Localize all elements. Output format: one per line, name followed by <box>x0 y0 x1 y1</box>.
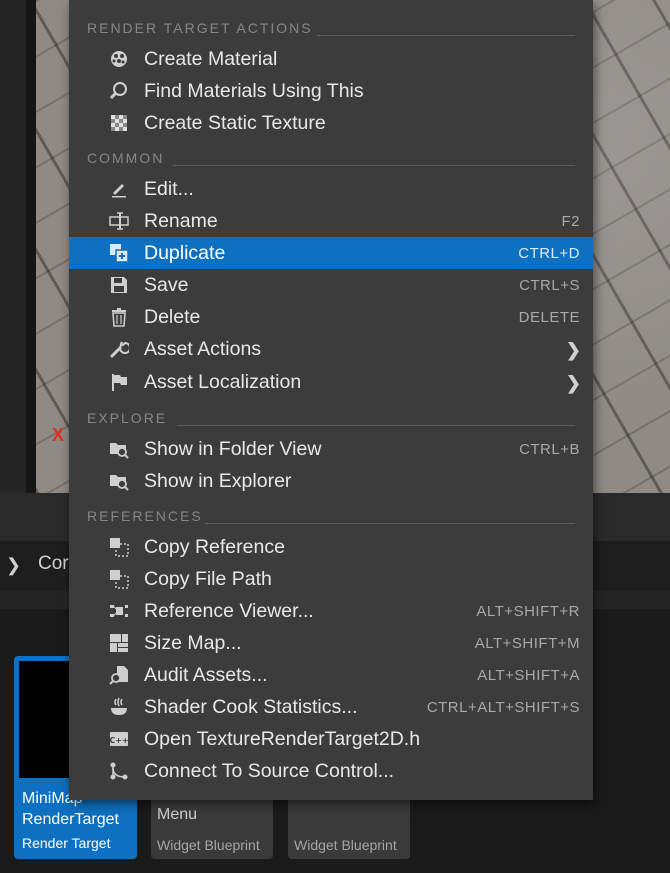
menu-item-save[interactable]: Save CTRL+S <box>69 269 593 301</box>
menu-item-label: Shader Cook Statistics... <box>144 696 358 718</box>
menu-item-label: Copy Reference <box>144 536 285 558</box>
section-label: COMMON <box>87 150 165 166</box>
folder-search-icon <box>108 439 130 459</box>
menu-item-label: Find Materials Using This <box>144 80 364 102</box>
rename-icon <box>108 211 130 231</box>
menu-item-show-in-explorer[interactable]: Show in Explorer <box>69 465 593 497</box>
menu-item-label: Size Map... <box>144 632 242 654</box>
asset-name: Menu <box>157 806 198 823</box>
section-label: REFERENCES <box>87 508 203 524</box>
menu-item-size-map[interactable]: Size Map... ALT+SHIFT+M <box>69 627 593 659</box>
chevron-right-icon: ❯ <box>565 373 581 393</box>
shortcut-label: ALT+SHIFT+R <box>476 603 580 620</box>
menu-item-audit-assets[interactable]: Audit Assets... ALT+SHIFT+A <box>69 659 593 691</box>
menu-item-duplicate[interactable]: Duplicate CTRL+D <box>69 237 593 269</box>
source-control-icon <box>108 761 130 781</box>
menu-item-label: Save <box>144 274 189 296</box>
axis-marker-x: X <box>52 425 65 445</box>
menu-item-label: Delete <box>144 306 201 328</box>
asset-type: Render Target <box>22 835 111 851</box>
section-divider <box>205 523 575 524</box>
menu-item-rename[interactable]: Rename F2 <box>69 205 593 237</box>
flag-icon <box>108 372 130 392</box>
context-menu: RENDER TARGET ACTIONS Create Material Fi… <box>69 0 593 800</box>
menu-item-delete[interactable]: Delete DELETE <box>69 301 593 333</box>
shortcut-label: CTRL+B <box>519 441 580 458</box>
shader-stats-icon <box>108 697 130 717</box>
chevron-right-icon: ❯ <box>565 340 581 360</box>
menu-item-label: Audit Assets... <box>144 664 268 686</box>
panel-splitter[interactable] <box>26 0 36 495</box>
svg-text:C++: C++ <box>109 736 128 745</box>
section-label: EXPLORE <box>87 410 168 426</box>
magnifier-icon <box>108 81 130 101</box>
pencil-icon <box>108 179 130 199</box>
shortcut-label: CTRL+ALT+SHIFT+S <box>426 699 580 716</box>
trash-icon <box>108 307 130 327</box>
audit-icon <box>108 665 130 685</box>
checker-texture-icon <box>108 113 130 133</box>
menu-item-create-material[interactable]: Create Material <box>69 43 593 75</box>
content-browser-path[interactable]: Cor <box>38 553 69 575</box>
shortcut-label: F2 <box>561 213 580 230</box>
left-panel <box>0 0 26 495</box>
menu-item-label: Asset Localization <box>144 371 302 393</box>
menu-item-label: Duplicate <box>144 242 226 264</box>
size-map-icon <box>108 633 130 653</box>
menu-item-label: Rename <box>144 210 218 232</box>
menu-item-label: Edit... <box>144 178 194 200</box>
menu-item-reference-viewer[interactable]: Reference Viewer... ALT+SHIFT+R <box>69 595 593 627</box>
menu-item-copy-file-path[interactable]: Copy File Path <box>69 563 593 595</box>
menu-item-label: Create Material <box>144 48 278 70</box>
copy-reference-icon <box>108 537 130 557</box>
menu-item-create-static-texture[interactable]: Create Static Texture <box>69 107 593 139</box>
menu-item-label: Create Static Texture <box>144 112 326 134</box>
shortcut-label: DELETE <box>518 309 580 326</box>
copy-path-icon <box>108 569 130 589</box>
menu-item-asset-actions[interactable]: Asset Actions ❯ <box>69 333 593 365</box>
section-explore: EXPLORE <box>69 400 593 432</box>
section-divider <box>317 35 575 36</box>
folder-search-icon <box>108 471 130 491</box>
reference-viewer-icon <box>108 601 130 621</box>
menu-item-shader-cook-statistics[interactable]: Shader Cook Statistics... CTRL+ALT+SHIFT… <box>69 691 593 723</box>
shortcut-label: CTRL+D <box>518 245 580 262</box>
cpp-file-icon: C++ <box>108 729 130 749</box>
menu-item-label: Show in Explorer <box>144 470 292 492</box>
asset-type: Widget Blueprint <box>157 837 260 853</box>
section-render-target-actions: RENDER TARGET ACTIONS <box>69 10 593 42</box>
menu-item-open-header[interactable]: C++ Open TextureRenderTarget2D.h <box>69 723 593 755</box>
shortcut-label: ALT+SHIFT+A <box>477 667 580 684</box>
shortcut-label: ALT+SHIFT+M <box>474 635 580 652</box>
menu-item-label: Connect To Source Control... <box>144 760 395 782</box>
save-icon <box>108 275 130 295</box>
chevron-right-icon[interactable]: ❯ <box>6 555 21 576</box>
asset-type: Widget Blueprint <box>294 837 397 853</box>
menu-item-connect-source-control[interactable]: Connect To Source Control... <box>69 755 593 787</box>
menu-item-copy-reference[interactable]: Copy Reference <box>69 531 593 563</box>
section-label: RENDER TARGET ACTIONS <box>87 20 313 36</box>
menu-item-label: Asset Actions <box>144 338 262 360</box>
menu-item-label: Reference Viewer... <box>144 600 314 622</box>
section-divider <box>177 425 575 426</box>
shortcut-label: CTRL+S <box>519 277 580 294</box>
menu-item-show-in-folder-view[interactable]: Show in Folder View CTRL+B <box>69 433 593 465</box>
menu-item-label: Show in Folder View <box>144 438 322 460</box>
menu-item-asset-localization[interactable]: Asset Localization ❯ <box>69 366 593 398</box>
section-common: COMMON <box>69 140 593 172</box>
duplicate-icon <box>108 243 130 263</box>
menu-item-label: Copy File Path <box>144 568 272 590</box>
menu-item-find-materials[interactable]: Find Materials Using This <box>69 75 593 107</box>
section-divider <box>173 165 575 166</box>
wrench-icon <box>108 339 130 359</box>
material-icon <box>108 49 130 69</box>
menu-item-edit[interactable]: Edit... <box>69 173 593 205</box>
menu-item-label: Open TextureRenderTarget2D.h <box>144 728 421 750</box>
section-references: REFERENCES <box>69 498 593 530</box>
